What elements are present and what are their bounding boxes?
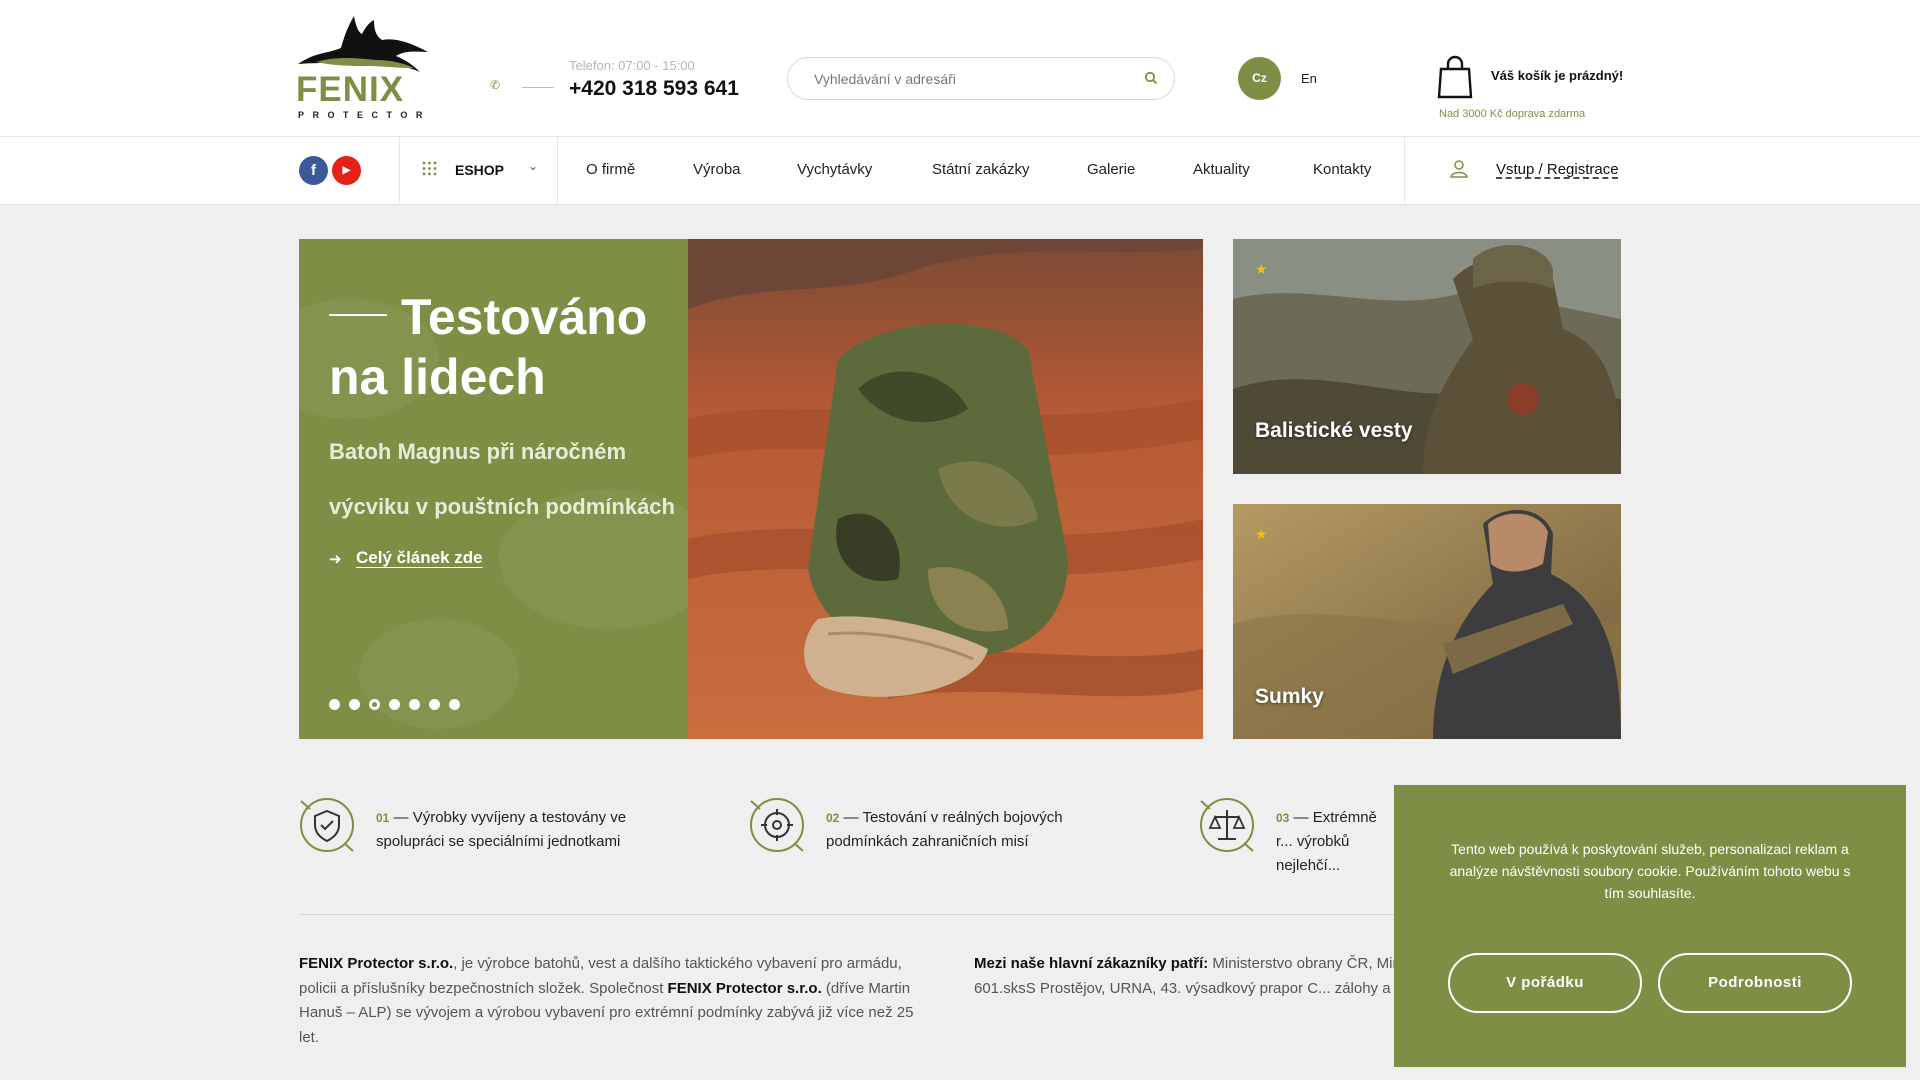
hero-title: Testováno na lidech <box>329 289 648 405</box>
feature-description: Extrémně r... výrobků nejlehčí... <box>1276 809 1377 874</box>
logo-subtitle: PROTECTOR <box>298 110 431 120</box>
facebook-icon[interactable]: f <box>299 156 328 185</box>
lang-cz-button[interactable]: Cz <box>1238 57 1281 100</box>
tile-label: Sumky <box>1255 685 1324 708</box>
nav-item-vyroba[interactable]: Výroba <box>693 161 741 178</box>
feature-number: 01 <box>376 811 390 825</box>
hero-subtitle: Batoh Magnus při náročném výcviku v pouš… <box>329 439 675 519</box>
arrow-right-icon: ➜ <box>329 551 342 568</box>
camo-pattern <box>359 619 519 729</box>
slider-dot[interactable] <box>429 699 440 710</box>
customers-heading: Mezi naše hlavní zákazníky patří: <box>974 955 1209 972</box>
star-icon: ★ <box>1255 261 1268 277</box>
company-name: FENIX Protector s.r.o. <box>299 955 454 972</box>
chevron-down-icon: ⌄ <box>528 159 539 173</box>
nav-item-vychytavky[interactable]: Vychytávky <box>797 161 872 178</box>
category-tile-pouches[interactable]: ★ Sumky <box>1233 504 1621 739</box>
nav-item-kontakty[interactable]: Kontakty <box>1313 161 1371 178</box>
cookie-accept-button[interactable]: V pořádku <box>1448 953 1642 1013</box>
slider-dot[interactable] <box>449 699 460 710</box>
grid-icon <box>422 161 437 176</box>
eshop-label: ESHOP <box>455 162 505 178</box>
site-header: FENIX PROTECTOR ✆ Telefon: 07:00 - 15:00… <box>0 0 1920 137</box>
phoenix-logo-icon <box>298 16 428 72</box>
slider-dot-active[interactable] <box>369 699 380 710</box>
shield-icon <box>300 798 354 852</box>
fenix-logo[interactable]: FENIX PROTECTOR <box>296 12 431 120</box>
eshop-menu-button[interactable]: ESHOP ⌄ <box>400 137 556 205</box>
cart-status[interactable]: Váš košík je prázdný! <box>1491 68 1623 83</box>
feature-text: 01 — Výrobky vyvíjeny a testovány ve spo… <box>376 809 627 850</box>
phone-hours: Telefon: 07:00 - 15:00 <box>569 58 695 73</box>
category-tile-ballistic-vests[interactable]: ★ Balistické vesty <box>1233 239 1621 474</box>
nav-divider <box>557 137 558 205</box>
login-register-link[interactable]: Vstup / Registrace <box>1496 161 1619 178</box>
feature-text: 03 — Extrémně r... výrobků nejlehčí... <box>1276 809 1377 874</box>
phone-divider <box>522 87 554 88</box>
search-icon[interactable] <box>1144 71 1158 85</box>
feature-number: 03 <box>1276 811 1290 825</box>
logo-text: FENIX <box>296 70 405 109</box>
free-shipping-note: Nad 3000 Kč doprava zdarma <box>1439 108 1586 120</box>
cookie-text: Tento web používá k poskytování služeb, … <box>1449 841 1851 901</box>
phone-icon: ✆ <box>490 78 501 92</box>
feature-text: 02 — Testování v reálných bojových podmí… <box>826 809 1063 850</box>
slider-dot[interactable] <box>389 699 400 710</box>
nav-divider <box>1404 137 1405 205</box>
target-icon <box>750 798 804 852</box>
cookie-banner: Tento web používá k poskytování služeb, … <box>1394 785 1906 1067</box>
phone-number[interactable]: +420 318 593 641 <box>569 77 739 101</box>
lang-en-button[interactable]: En <box>1301 71 1317 86</box>
tile-label: Balistické vesty <box>1255 419 1413 442</box>
feature-description: Testování v reálných bojových podmínkách… <box>826 809 1063 850</box>
nav-item-statni-zakazky[interactable]: Státní zakázky <box>932 161 1030 178</box>
search-input[interactable] <box>814 69 1124 89</box>
company-name: FENIX Protector s.r.o. <box>667 979 822 997</box>
star-icon: ★ <box>1255 526 1268 542</box>
cookie-details-button[interactable]: Podrobnosti <box>1658 953 1852 1013</box>
search-box <box>787 57 1175 100</box>
nav-item-aktuality[interactable]: Aktuality <box>1193 161 1250 178</box>
feature-description: Výrobky vyvíjeny a testovány ve spoluprá… <box>376 809 627 850</box>
hero-article-link[interactable]: Celý článek zde <box>356 548 483 568</box>
nav-item-o-firme[interactable]: O firmě <box>586 161 635 178</box>
about-paragraph: FENIX Protector s.r.o., je výrobce batoh… <box>299 952 929 1050</box>
slider-dot[interactable] <box>409 699 420 710</box>
nav-item-galerie[interactable]: Galerie <box>1087 161 1135 178</box>
hero-image-backpack[interactable] <box>688 239 1203 739</box>
cart-icon[interactable] <box>1437 55 1473 99</box>
feature-number: 02 <box>826 811 840 825</box>
user-icon[interactable] <box>1450 159 1470 179</box>
youtube-icon[interactable]: ▶ <box>332 156 361 185</box>
slider-dot[interactable] <box>329 699 340 710</box>
main-nav: f ▶ ESHOP ⌄ O firmě Výroba Vychytávky St… <box>0 137 1920 205</box>
slider-dot[interactable] <box>349 699 360 710</box>
hero-panel: Testováno na lidech Batoh Magnus při nár… <box>299 239 688 739</box>
slider-dots <box>329 699 460 710</box>
scales-icon <box>1200 798 1254 852</box>
